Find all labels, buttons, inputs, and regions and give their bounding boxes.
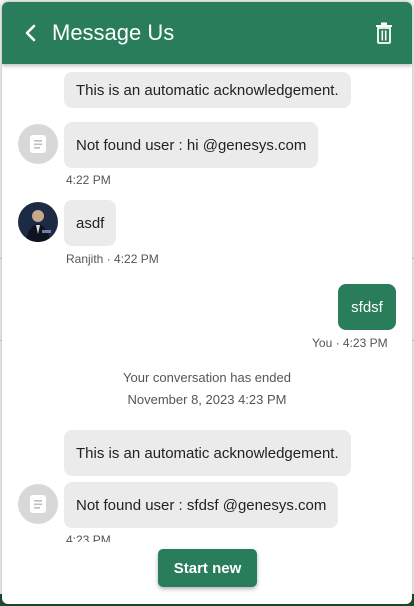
chat-header: Message Us xyxy=(2,2,412,64)
outgoing-message-bubble: sfdsf xyxy=(338,284,396,330)
message-timestamp: 4:23 PM xyxy=(66,533,111,542)
message-text: Not found user : sfdsf @genesys.com xyxy=(76,496,327,514)
delete-conversation-button[interactable] xyxy=(370,19,398,47)
bot-avatar xyxy=(18,124,58,164)
conversation-ended-text: Your conversation has ended xyxy=(123,370,291,385)
message-list[interactable]: This is an automatic acknowledgement. No… xyxy=(2,64,412,542)
bot-avatar xyxy=(18,484,58,524)
message-bubble: asdf xyxy=(64,200,117,246)
message-meta: You · 4:23 PM xyxy=(312,336,388,350)
message-bubble: This is an automatic acknowledgement. xyxy=(64,430,351,476)
message-text: sfdsf xyxy=(351,298,383,316)
trash-icon xyxy=(376,22,392,44)
message-bubble: Not found user : sfdsf @genesys.com xyxy=(64,482,339,528)
chevron-left-icon xyxy=(25,24,36,42)
start-new-button[interactable]: Start new xyxy=(158,549,257,587)
conversation-ended-date: November 8, 2023 4:23 PM xyxy=(127,392,287,407)
message-text: This is an automatic acknowledgement. xyxy=(76,444,339,462)
chat-widget: Message Us This is an automatic acknowle… xyxy=(2,2,412,604)
message-text: asdf xyxy=(76,214,105,232)
back-button[interactable] xyxy=(18,20,44,46)
chat-title: Message Us xyxy=(52,20,175,45)
message-text: Not found user : hi @genesys.com xyxy=(76,136,307,154)
document-icon xyxy=(30,495,46,513)
message-meta: Ranjith · 4:22 PM xyxy=(66,252,159,266)
message-bubble: This is an automatic acknowledgement. xyxy=(64,72,351,108)
message-text: This is an automatic acknowledgement. xyxy=(76,81,339,99)
document-icon xyxy=(30,135,46,153)
message-timestamp: 4:22 PM xyxy=(66,173,111,187)
agent-avatar xyxy=(18,202,58,242)
message-bubble: Not found user : hi @genesys.com xyxy=(64,122,319,168)
